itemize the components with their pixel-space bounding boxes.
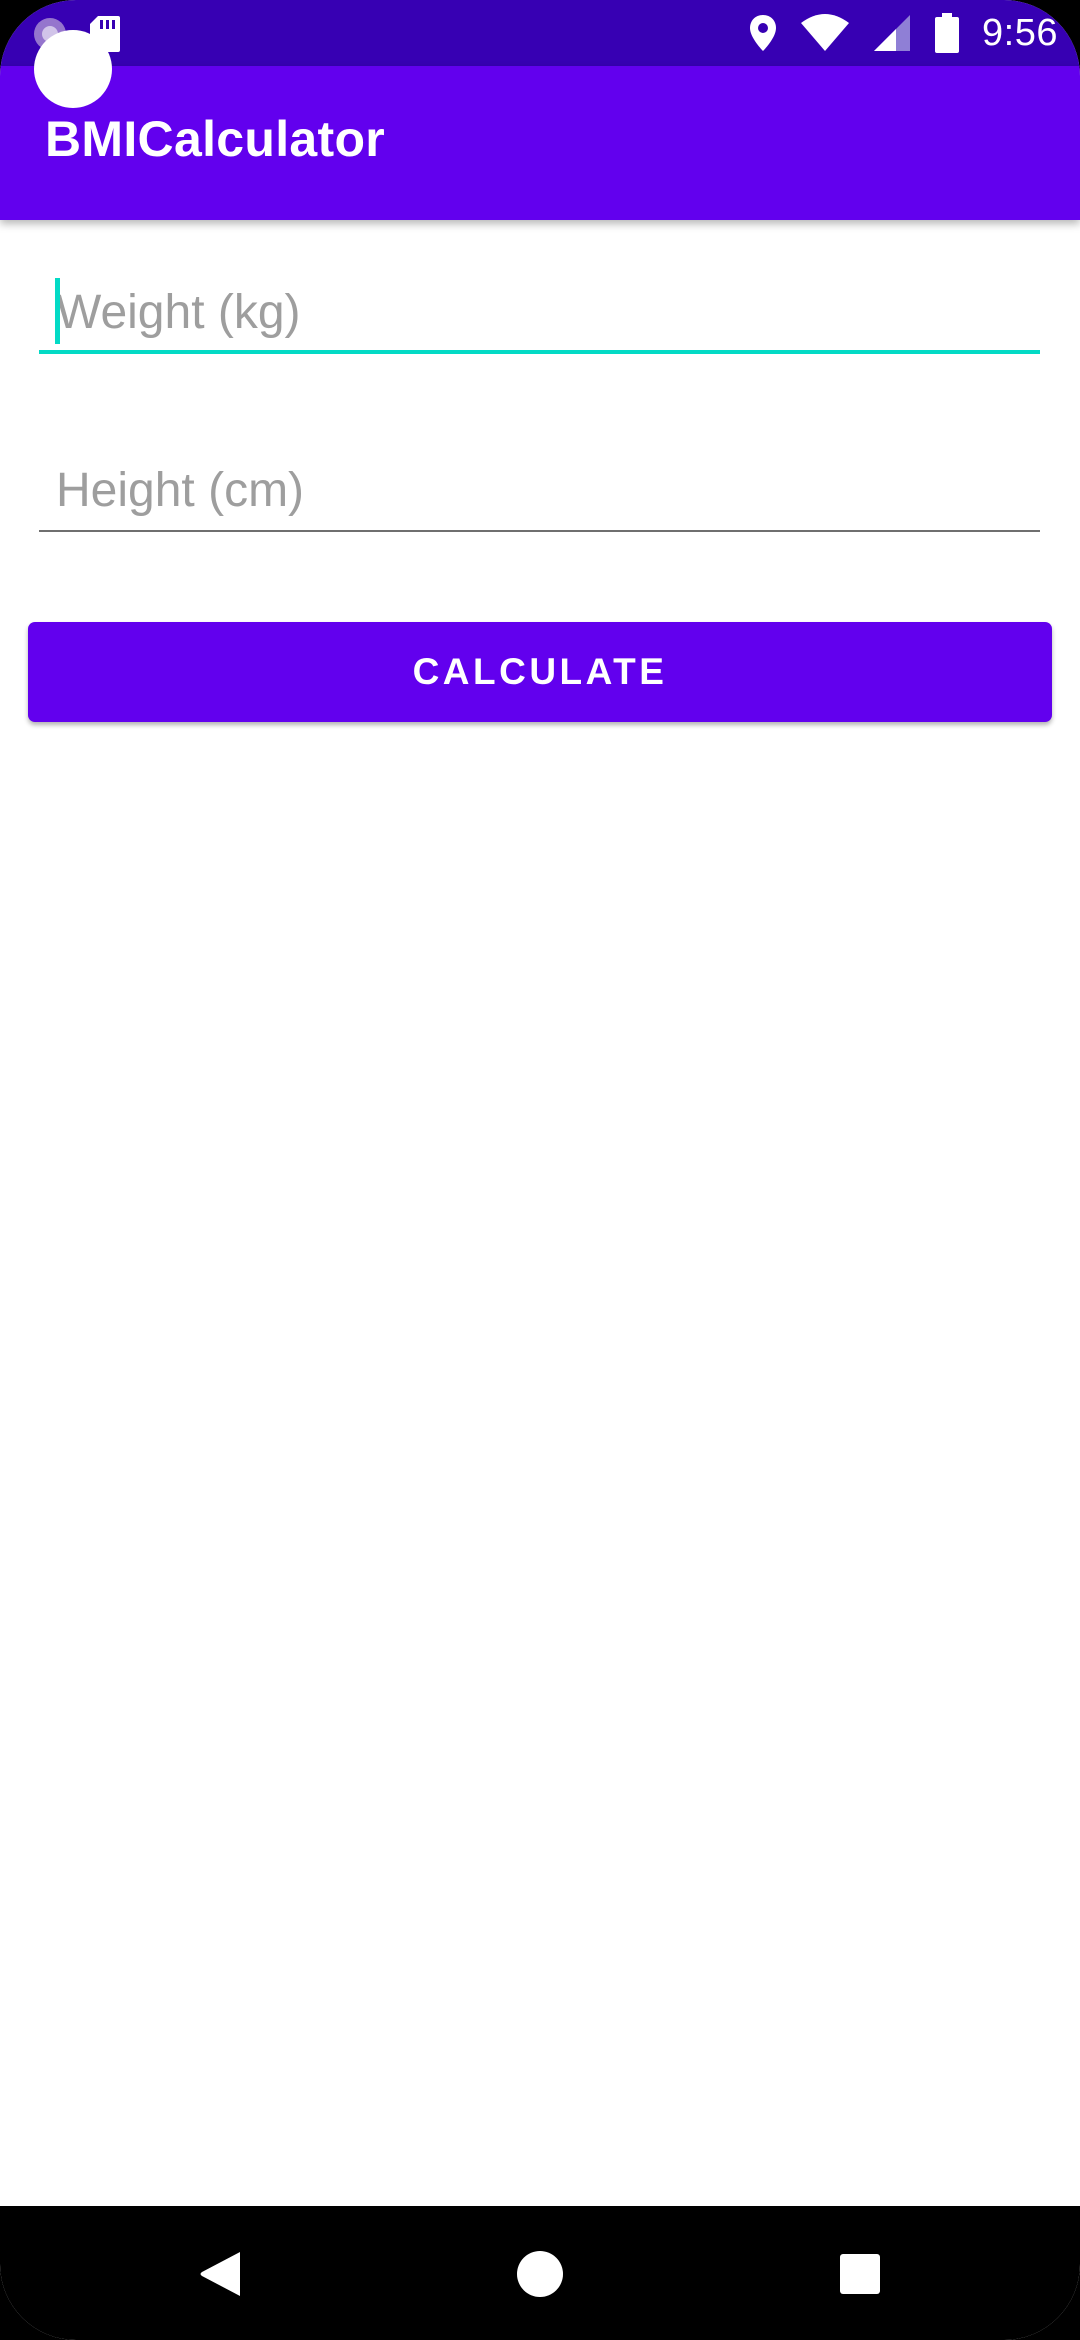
home-icon [516, 2250, 564, 2298]
home-button[interactable] [508, 2242, 572, 2306]
floating-bubble[interactable] [34, 30, 112, 108]
app-title: BMICalculator [45, 111, 386, 167]
battery-icon [934, 12, 960, 54]
weight-field [39, 272, 1040, 354]
recents-button[interactable] [828, 2242, 892, 2306]
status-time: 9:56 [982, 11, 1058, 54]
status-bar: 9:56 [0, 0, 1080, 66]
app-screen: 9:56 BMICalculator CALCULATE [0, 0, 1080, 2340]
navigation-bar [0, 2206, 1080, 2340]
recents-icon [839, 2253, 881, 2295]
location-icon [748, 13, 778, 53]
main-content: CALCULATE [0, 220, 1080, 2206]
status-right-icons: 9:56 [748, 8, 1058, 58]
app-bar: BMICalculator [0, 66, 1080, 220]
height-underline [39, 530, 1040, 532]
height-input[interactable] [39, 450, 1040, 530]
cellular-signal-icon [872, 13, 912, 53]
back-button[interactable] [188, 2242, 252, 2306]
height-field [39, 450, 1040, 532]
weight-underline [39, 350, 1040, 354]
calculate-button[interactable]: CALCULATE [28, 622, 1052, 722]
back-icon [198, 2250, 242, 2298]
wifi-icon [800, 13, 850, 53]
weight-input[interactable] [39, 272, 1040, 352]
text-cursor [55, 278, 60, 344]
